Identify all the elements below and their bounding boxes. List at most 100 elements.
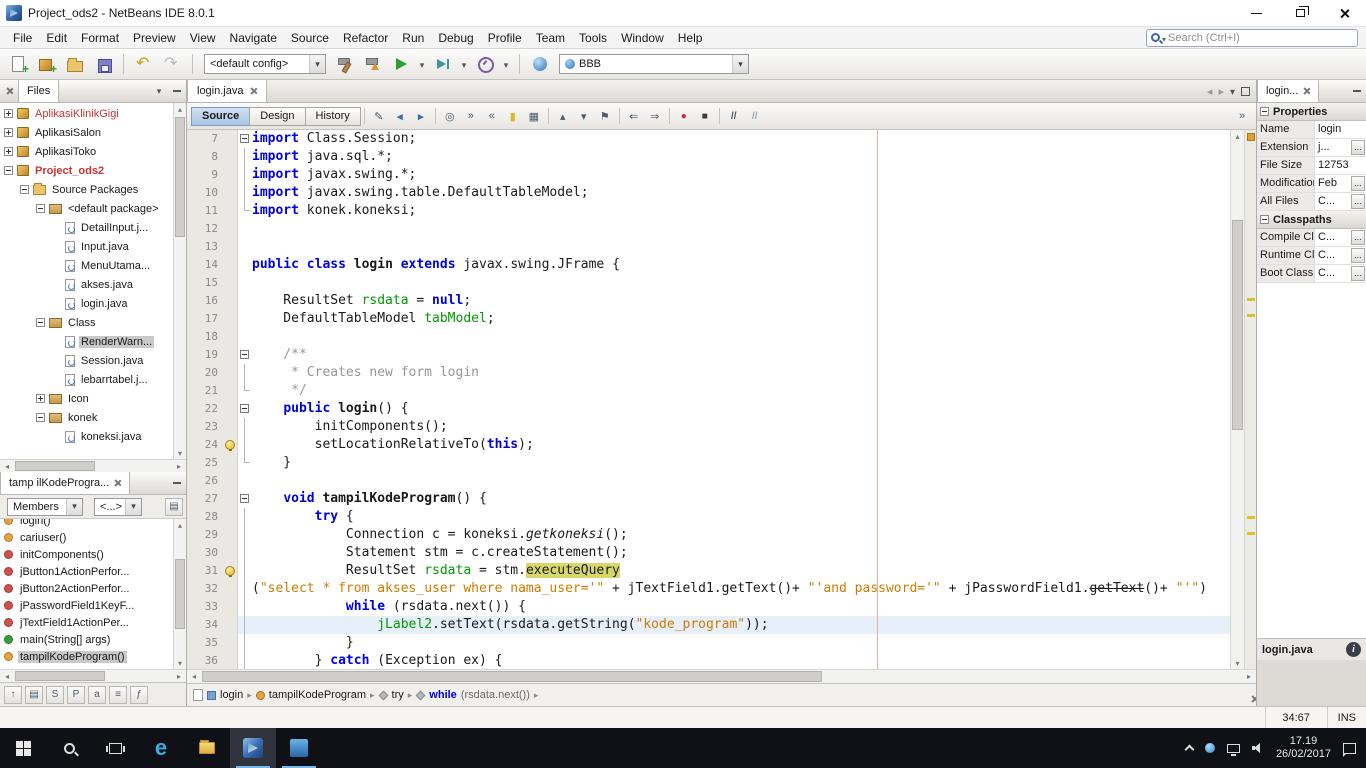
warning-bulb-icon[interactable] <box>225 440 235 451</box>
tree-node[interactable]: Icon <box>0 389 173 408</box>
code-line[interactable]: 32 ("select * from akses_user where nama_… <box>187 580 1230 598</box>
code-line[interactable]: 29 Connection c = koneksi.getkoneksi(); <box>187 526 1230 544</box>
toolbar-overflow-icon[interactable]: » <box>1232 106 1252 126</box>
tree-node[interactable]: Session.java <box>0 351 173 370</box>
menu-source[interactable]: Source <box>284 29 336 47</box>
close-icon[interactable] <box>1302 87 1310 95</box>
start-macro-recording-button[interactable]: ● <box>674 106 694 126</box>
menu-help[interactable]: Help <box>671 29 710 47</box>
files-close-button[interactable] <box>0 80 18 102</box>
volume-icon[interactable] <box>1251 742 1264 754</box>
memory-combo[interactable]: BBB <box>559 54 749 74</box>
line-number[interactable]: 28 <box>187 508 223 526</box>
scroll-down-icon[interactable] <box>174 447 186 459</box>
menu-profile[interactable]: Profile <box>481 29 529 47</box>
section-header[interactable]: Properties <box>1257 103 1366 121</box>
debug-dropdown-button[interactable] <box>458 52 470 77</box>
shift-right-button[interactable]: ⇒ <box>645 106 665 126</box>
code-line[interactable]: 26 <box>187 472 1230 490</box>
app-taskbar-button[interactable] <box>276 728 322 768</box>
code-line[interactable]: 31 ResultSet rsdata = stm.executeQuery <box>187 562 1230 580</box>
ellipsis-button[interactable] <box>1351 266 1365 281</box>
toggle-highlight-button[interactable]: ▮ <box>503 106 523 126</box>
tab-properties[interactable]: login... <box>1257 80 1320 102</box>
line-number[interactable]: 32 <box>187 580 223 598</box>
line-number[interactable]: 24 <box>187 436 223 454</box>
tree-node[interactable]: login.java <box>0 294 173 313</box>
find-selection-button[interactable]: ◎ <box>440 106 460 126</box>
uncomment-button[interactable]: // <box>745 106 765 126</box>
tray-app-icon[interactable] <box>1204 743 1215 753</box>
code-line[interactable]: 9 import javax.swing.*; <box>187 166 1230 184</box>
show-fields-button[interactable]: ▤ <box>25 685 43 704</box>
plus-expand-icon[interactable] <box>36 394 45 403</box>
tab-files[interactable]: Files <box>18 80 60 102</box>
clean-build-button[interactable] <box>360 52 386 77</box>
scroll-left-icon[interactable] <box>0 670 14 682</box>
toggle-bookmark-button[interactable]: ⚑ <box>595 106 615 126</box>
code-line[interactable]: 34 jLabel2.setText(rsdata.getString("kod… <box>187 616 1230 634</box>
scroll-tabs-right-icon[interactable] <box>1218 82 1224 100</box>
minus-expand-icon[interactable] <box>20 185 29 194</box>
scroll-thumb[interactable] <box>15 461 95 471</box>
code-line[interactable]: 16 ResultSet rsdata = null; <box>187 292 1230 310</box>
navigator-item[interactable]: initComponents() <box>0 546 173 563</box>
line-number[interactable]: 29 <box>187 526 223 544</box>
code-line[interactable]: 22 public login() { <box>187 400 1230 418</box>
last-edit-button[interactable]: ✎ <box>369 106 389 126</box>
new-project-button[interactable] <box>34 52 60 77</box>
debug-button[interactable] <box>430 52 456 77</box>
warning-bulb-icon[interactable] <box>225 566 235 577</box>
line-number[interactable]: 9 <box>187 166 223 184</box>
show-non-public-button[interactable]: P <box>67 685 85 704</box>
netbeans-taskbar-button[interactable] <box>230 728 276 768</box>
menu-edit[interactable]: Edit <box>39 29 74 47</box>
name-filter-combo[interactable]: <...> <box>94 497 142 516</box>
line-number[interactable]: 8 <box>187 148 223 166</box>
comment-button[interactable]: // <box>724 106 744 126</box>
fold-collapse-icon[interactable] <box>240 350 249 359</box>
scroll-tabs-left-icon[interactable] <box>1207 82 1213 100</box>
breadcrumb-item[interactable]: login <box>207 689 243 701</box>
code-line[interactable]: 13 <box>187 238 1230 256</box>
files-tree-vscrollbar[interactable] <box>173 103 186 459</box>
tree-node[interactable]: konek <box>0 408 173 427</box>
next-bookmark-button[interactable]: ▾ <box>574 106 594 126</box>
line-number[interactable]: 27 <box>187 490 223 508</box>
scroll-thumb[interactable] <box>175 117 185 237</box>
tree-node[interactable]: Project_ods2 <box>0 161 173 180</box>
menu-run[interactable]: Run <box>395 29 431 47</box>
ellipsis-button[interactable] <box>1351 230 1365 245</box>
maximize-window-icon[interactable] <box>1241 86 1250 96</box>
view-tab-history[interactable]: History <box>304 106 361 126</box>
sort-source-button[interactable]: ≡ <box>109 685 127 704</box>
code-line[interactable]: 12 <box>187 220 1230 238</box>
warning-mark[interactable] <box>1247 314 1255 317</box>
scroll-right-icon[interactable] <box>172 670 186 682</box>
scroll-up-icon[interactable] <box>174 103 186 115</box>
code-line[interactable]: 11 import konek.koneksi; <box>187 202 1230 220</box>
tree-node[interactable]: RenderWarn... <box>0 332 173 351</box>
network-icon[interactable] <box>1226 743 1240 756</box>
scroll-thumb[interactable] <box>202 671 823 682</box>
file-explorer-button[interactable] <box>184 728 230 768</box>
navigator-item[interactable]: cariuser() <box>0 529 173 546</box>
task-view-button[interactable] <box>92 728 138 768</box>
code-area[interactable]: 7 import Class.Session; 8 import java.sql.*… <box>187 130 1256 669</box>
show-static-button[interactable]: S <box>46 685 64 704</box>
code-line[interactable]: 27 void tampilKodeProgram() { <box>187 490 1230 508</box>
profile-button[interactable] <box>472 52 498 77</box>
property-value[interactable]: C... <box>1315 247 1350 264</box>
save-all-button[interactable] <box>90 52 116 77</box>
find-next-button[interactable]: » <box>461 106 481 126</box>
code-line[interactable]: 21 */ <box>187 382 1230 400</box>
breadcrumb-item[interactable]: while (rsdata.next()) <box>415 689 530 701</box>
scroll-right-icon[interactable] <box>1242 670 1256 683</box>
run-button[interactable] <box>388 52 414 77</box>
close-icon[interactable] <box>249 87 257 95</box>
tree-node[interactable]: MenuUtama... <box>0 256 173 275</box>
navigator-options-icon[interactable]: ▤ <box>165 497 183 516</box>
line-number[interactable]: 21 <box>187 382 223 400</box>
rectangular-selection-button[interactable]: ▦ <box>524 106 544 126</box>
property-value[interactable]: Feb <box>1315 175 1350 192</box>
